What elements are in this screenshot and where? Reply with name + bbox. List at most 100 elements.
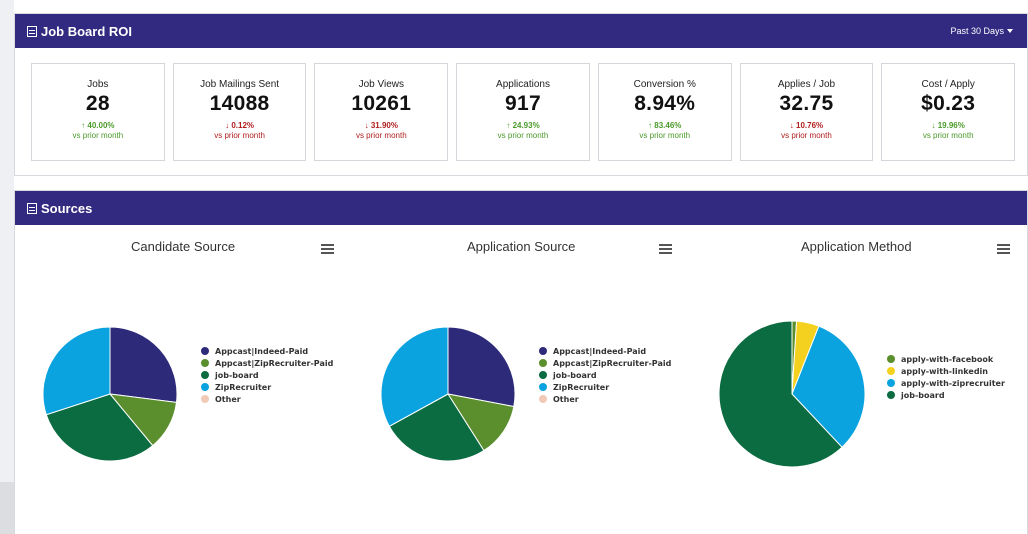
date-range-label: Past 30 Days bbox=[950, 26, 1004, 36]
legend-marker bbox=[201, 371, 209, 379]
hamburger-menu-icon[interactable] bbox=[659, 244, 672, 254]
roi-panel: Job Board ROI Past 30 Days Jobs 28 ↑ 40.00… bbox=[14, 13, 1028, 176]
legend-marker bbox=[539, 383, 547, 391]
kpi-label: Job Mailings Sent bbox=[200, 79, 280, 90]
gutter-block bbox=[0, 482, 14, 534]
legend-item[interactable]: Appcast|ZipRecruiter-Paid bbox=[201, 357, 333, 369]
kpi-row: Jobs 28 ↑ 40.00% vs prior month Job Mailings… bbox=[31, 63, 1016, 161]
chart-legend: Appcast|Indeed-Paid Appcast|ZipRecruiter-… bbox=[539, 345, 671, 405]
arrow-up-icon: ↑ bbox=[506, 121, 511, 130]
kpi-value: 14088 bbox=[209, 92, 270, 115]
chart-title: Candidate Source bbox=[131, 239, 236, 254]
sources-panel: Sources Candidate Source Appcast|Indeed-P… bbox=[14, 190, 1028, 534]
legend-item[interactable]: ZipRecruiter bbox=[201, 381, 333, 393]
kpi-label: Applies / Job bbox=[777, 79, 836, 90]
kpi-label: Conversion % bbox=[633, 79, 696, 90]
sources-header: Sources bbox=[15, 191, 1027, 225]
hamburger-menu-icon[interactable] bbox=[997, 244, 1010, 254]
legend-item[interactable]: job-board bbox=[887, 389, 1005, 401]
legend-label: Appcast|ZipRecruiter-Paid bbox=[553, 358, 672, 368]
kpi-change-value: 19.96% bbox=[937, 121, 965, 130]
kpi-label: Cost / Apply bbox=[921, 79, 975, 90]
kpi-change: ↓ 31.90% bbox=[315, 121, 447, 130]
pie-slice[interactable] bbox=[109, 326, 178, 403]
kpi-comparison: vs prior month bbox=[781, 131, 832, 140]
kpi-comparison: vs prior month bbox=[639, 131, 691, 140]
legend-marker bbox=[201, 347, 209, 355]
kpi-change-value: 24.93% bbox=[512, 121, 540, 130]
kpi-change: ↓ 19.96% bbox=[882, 121, 1014, 130]
arrow-down-icon: ↓ bbox=[931, 121, 936, 130]
kpi-value: 28 bbox=[85, 92, 110, 115]
legend-label: Appcast|Indeed-Paid bbox=[553, 346, 647, 356]
caret-down-icon bbox=[1007, 29, 1013, 33]
date-range-dropdown[interactable]: Past 30 Days bbox=[950, 26, 1013, 36]
chart-legend: apply-with-facebook apply-with-linkedin ap… bbox=[887, 353, 1005, 401]
kpi-change-value: 40.00% bbox=[87, 121, 115, 130]
kpi-change: ↑ 40.00% bbox=[32, 121, 164, 130]
legend-item[interactable]: Other bbox=[539, 393, 671, 405]
legend-label: Other bbox=[553, 394, 579, 404]
kpi-change-value: 31.90% bbox=[370, 121, 398, 130]
kpi-card: Job Views 10261 ↓ 31.90% vs prior month bbox=[314, 63, 449, 161]
kpi-value: 32.75 bbox=[779, 92, 834, 115]
legend-label: Appcast|Indeed-Paid bbox=[215, 346, 309, 356]
roi-header: Job Board ROI Past 30 Days bbox=[15, 14, 1027, 48]
kpi-label: Jobs bbox=[87, 79, 109, 90]
legend-marker bbox=[887, 379, 895, 387]
kpi-change: ↓ 10.76% bbox=[741, 121, 873, 130]
roi-title: Job Board ROI bbox=[27, 24, 132, 39]
legend-item[interactable]: job-board bbox=[539, 369, 671, 381]
chart-title: Application Source bbox=[467, 239, 576, 254]
kpi-value: 917 bbox=[505, 92, 541, 115]
legend-item[interactable]: job-board bbox=[201, 369, 333, 381]
kpi-change: ↓ 0.12% bbox=[174, 121, 306, 130]
kpi-card: Conversion % 8.94% ↑ 83.46% vs prior month bbox=[597, 63, 732, 161]
legend-item[interactable]: apply-with-ziprecruiter bbox=[887, 377, 1005, 389]
kpi-change-value: 0.12% bbox=[231, 121, 255, 130]
legend-item[interactable]: apply-with-facebook bbox=[887, 353, 1005, 365]
legend-item[interactable]: Appcast|Indeed-Paid bbox=[201, 345, 333, 357]
pie-chart bbox=[380, 326, 516, 462]
kpi-change-value: 83.46% bbox=[654, 121, 682, 130]
list-icon bbox=[27, 202, 37, 214]
legend-label: ZipRecruiter bbox=[215, 382, 272, 392]
kpi-card: Job Mailings Sent 14088 ↓ 0.12% vs prior mo… bbox=[172, 63, 307, 161]
arrow-down-icon: ↓ bbox=[364, 121, 369, 130]
legend-label: Appcast|ZipRecruiter-Paid bbox=[215, 358, 334, 368]
legend-label: apply-with-ziprecruiter bbox=[901, 378, 1005, 388]
legend-marker bbox=[201, 359, 209, 367]
legend-label: job-board bbox=[215, 370, 259, 380]
legend-marker bbox=[539, 371, 547, 379]
pie-chart bbox=[42, 326, 178, 462]
kpi-label: Applications bbox=[496, 79, 550, 90]
kpi-change: ↑ 83.46% bbox=[599, 121, 731, 130]
legend-item[interactable]: Other bbox=[201, 393, 333, 405]
legend-marker bbox=[887, 355, 895, 363]
legend-marker bbox=[201, 395, 209, 403]
list-icon bbox=[27, 25, 37, 37]
kpi-card: Cost / Apply $0.23 ↓ 19.96% vs prior month bbox=[881, 63, 1016, 161]
legend-item[interactable]: ZipRecruiter bbox=[539, 381, 671, 393]
legend-label: apply-with-facebook bbox=[901, 354, 994, 364]
arrow-up-icon: ↑ bbox=[648, 121, 653, 130]
legend-marker bbox=[887, 391, 895, 399]
hamburger-menu-icon[interactable] bbox=[321, 244, 334, 254]
kpi-comparison: vs prior month bbox=[355, 131, 407, 140]
kpi-comparison: vs prior month bbox=[922, 131, 974, 140]
legend-item[interactable]: apply-with-linkedin bbox=[887, 365, 1005, 377]
legend-label: apply-with-linkedin bbox=[901, 366, 988, 376]
arrow-down-icon: ↓ bbox=[789, 121, 794, 130]
kpi-card: Applies / Job 32.75 ↓ 10.76% vs prior month bbox=[739, 63, 874, 161]
chart-title: Application Method bbox=[801, 239, 912, 254]
legend-label: ZipRecruiter bbox=[553, 382, 610, 392]
pie-chart bbox=[718, 320, 866, 468]
legend-label: job-board bbox=[901, 390, 945, 400]
kpi-card: Jobs 28 ↑ 40.00% vs prior month bbox=[31, 63, 165, 161]
kpi-card: Applications 917 ↑ 24.93% vs prior month bbox=[456, 63, 590, 161]
legend-item[interactable]: Appcast|ZipRecruiter-Paid bbox=[539, 357, 671, 369]
pie-slice[interactable] bbox=[447, 326, 516, 408]
legend-item[interactable]: Appcast|Indeed-Paid bbox=[539, 345, 671, 357]
kpi-value: 8.94% bbox=[634, 92, 696, 115]
kpi-comparison: vs prior month bbox=[72, 131, 124, 140]
